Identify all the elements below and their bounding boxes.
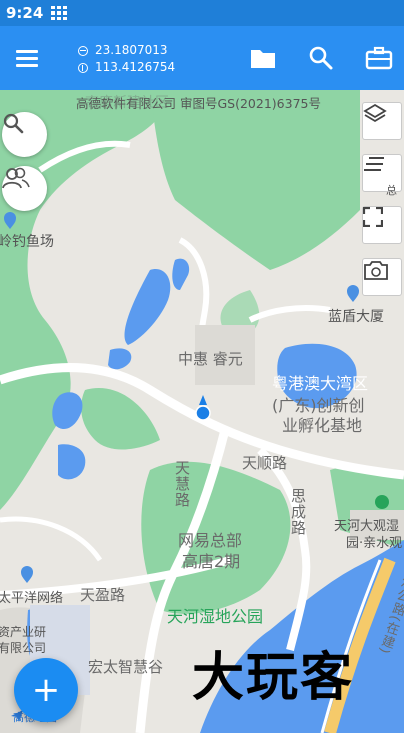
label-incubator-2: 业孵化基地 <box>282 416 363 435</box>
search-icon <box>3 113 24 134</box>
label-sicheng-road: 思成路 <box>289 488 307 536</box>
label-lanqiao: 蓝盾大厦 <box>328 309 384 325</box>
list-icon <box>364 157 384 171</box>
folder-icon[interactable] <box>249 44 277 72</box>
layers-icon <box>363 103 387 123</box>
label-tianshun-road: 天顺路 <box>242 454 288 472</box>
label-wetland: 天河湿地公园 <box>167 607 264 626</box>
longitude-icon <box>78 62 88 73</box>
poi-pin-icon <box>3 212 17 230</box>
add-button[interactable]: + <box>14 658 78 722</box>
label-netease-2: 高唐2期 <box>182 552 241 571</box>
menu-icon[interactable] <box>16 48 40 68</box>
longitude-value: 113.4126754 <box>95 60 176 74</box>
latitude-value: 23.1807013 <box>95 43 168 57</box>
label-hongtai: 宏太智慧谷 <box>88 658 164 676</box>
camera-switch-button[interactable] <box>362 258 402 296</box>
latitude-icon <box>78 45 88 56</box>
map-view[interactable]: 高德软件有限公司 审图号GS(2021)6375号 高唐新建社区 岭钓鱼场 总 … <box>0 90 404 733</box>
apps-grid-icon <box>51 6 68 20</box>
label-fishing: 岭钓鱼场 <box>0 234 54 250</box>
label-tianying-road: 天盈路 <box>80 586 126 604</box>
search-icon[interactable] <box>307 44 335 72</box>
watermark: 大玩客 <box>192 647 355 708</box>
layers-button[interactable] <box>362 102 402 140</box>
coordinates-readout: 23.1807013 113.4126754 <box>78 42 175 76</box>
status-time: 9:24 <box>6 4 44 22</box>
label-faded-area: 高唐新建社区 <box>85 95 169 111</box>
label-yuegang: 粤港澳大湾区 <box>272 374 369 393</box>
park-pin-icon <box>374 494 389 512</box>
building-pin-icon <box>346 285 360 303</box>
label-industry-2: 有限公司 <box>0 641 47 655</box>
current-location-icon <box>195 393 211 421</box>
map-people-button[interactable] <box>2 166 47 211</box>
people-icon <box>2 167 30 189</box>
label-industry-1: 资产业研 <box>0 625 47 639</box>
label-pacific: 太平洋网络 <box>0 591 64 606</box>
app-bar: 23.1807013 113.4126754 <box>0 26 404 90</box>
fullscreen-icon <box>363 207 383 227</box>
fullscreen-button[interactable] <box>362 206 402 244</box>
map-search-button[interactable] <box>2 112 47 157</box>
camera-switch-icon <box>364 261 388 280</box>
briefcase-icon[interactable] <box>365 44 393 72</box>
label-edge: 总 <box>386 184 397 197</box>
label-zhonghui: 中惠 睿元 <box>178 350 243 368</box>
pacific-pin-icon <box>20 566 34 584</box>
plus-icon: + <box>31 670 61 710</box>
label-tianhe-park-2: 园·亲水观 <box>346 536 403 551</box>
status-bar: 9:24 <box>0 0 404 26</box>
label-tianhui-road: 天慧路 <box>173 460 191 508</box>
